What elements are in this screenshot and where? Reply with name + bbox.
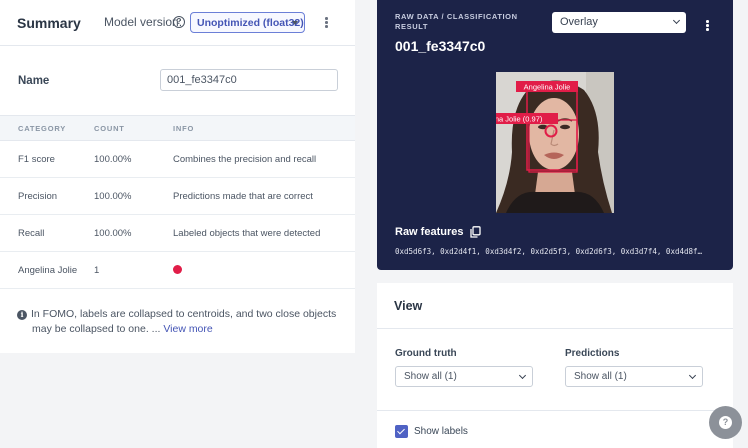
overlay-value: Overlay	[560, 16, 598, 28]
raw-menu-kebab-icon[interactable]	[706, 20, 709, 32]
chevron-down-icon	[672, 16, 681, 25]
sample-image: Angelina Jolie Angelina Jolie (0.97)	[496, 72, 614, 213]
info-icon: i	[17, 310, 27, 320]
fomo-note: i In FOMO, labels are collapsed to centro…	[17, 307, 342, 337]
view-title: View	[394, 299, 423, 313]
label-color-dot	[173, 265, 182, 274]
predictions-label: Predictions	[565, 348, 620, 359]
raw-data-label: RAW DATA / CLASSIFICATION RESULT	[395, 12, 518, 31]
prediction-label: Angelina Jolie (0.97)	[496, 115, 543, 124]
view-more-link[interactable]: View more	[163, 323, 212, 335]
row-category: Recall	[18, 228, 45, 239]
model-version-value: Unoptimized (float32)	[197, 16, 304, 29]
table-row: Precision 100.00% Predictions made that …	[0, 178, 355, 215]
table-row: Recall 100.00% Labeled objects that were…	[0, 215, 355, 252]
summary-title: Summary	[17, 14, 81, 31]
table-row: F1 score 100.00% Combines the precision …	[0, 141, 355, 178]
raw-features-values: 0xd5d6f3, 0xd2d4f1, 0xd3d4f2, 0xd2d5f3, …	[395, 247, 703, 256]
ground-truth-label: Ground truth	[395, 348, 457, 359]
raw-data-panel: RAW DATA / CLASSIFICATION RESULT 001_fe3…	[377, 0, 733, 270]
row-count: 100.00%	[94, 154, 132, 165]
model-version-select[interactable]: Unoptimized (float32)	[190, 12, 305, 33]
overlay-select[interactable]: Overlay	[552, 12, 686, 33]
column-header-info: INFO	[173, 124, 195, 133]
row-category: Precision	[18, 191, 58, 202]
name-row: Name 001_fe3347c0	[0, 58, 355, 104]
raw-features-title: Raw features	[395, 226, 464, 238]
summary-menu-kebab-icon[interactable]	[325, 17, 328, 29]
view-panel: View Ground truth Show all (1) Predictio…	[377, 283, 733, 448]
help-fab-button[interactable]: ?	[709, 406, 742, 439]
row-category: Angelina Jolie	[18, 265, 78, 276]
table-header: CATEGORY COUNT INFO	[0, 115, 355, 141]
divider	[377, 410, 733, 411]
note-line-2: may be collapsed to one. ...	[32, 323, 164, 335]
column-header-category: CATEGORY	[18, 124, 67, 133]
show-labels-label: Show labels	[414, 426, 468, 437]
caret-down-icon	[292, 21, 298, 25]
help-icon[interactable]: ?	[173, 16, 185, 28]
column-header-count: COUNT	[94, 124, 125, 133]
row-info: Combines the precision and recall	[173, 154, 317, 165]
copy-icon[interactable]	[470, 226, 481, 238]
row-category: F1 score	[18, 154, 55, 165]
chevron-down-icon	[518, 371, 527, 380]
row-info: Labeled objects that were detected	[173, 228, 321, 239]
note-line-1: In FOMO, labels are collapsed to centroi…	[31, 308, 337, 320]
row-count: 100.00%	[94, 228, 132, 239]
model-version-label: Model version:	[104, 15, 183, 29]
metrics-table: CATEGORY COUNT INFO F1 score 100.00% Com…	[0, 115, 355, 289]
predictions-select[interactable]: Show all (1)	[565, 366, 703, 387]
row-info: Predictions made that are correct	[173, 191, 313, 202]
ground-truth-select[interactable]: Show all (1)	[395, 366, 533, 387]
sample-image-svg: Angelina Jolie Angelina Jolie (0.97)	[496, 72, 614, 213]
row-count: 100.00%	[94, 191, 132, 202]
name-label: Name	[18, 75, 50, 87]
table-row: Angelina Jolie 1	[0, 252, 355, 289]
summary-panel: Summary Model version: ? Unoptimized (fl…	[0, 0, 355, 353]
view-header: View	[377, 283, 733, 329]
sample-id: 001_fe3347c0	[395, 38, 486, 54]
predictions-value: Show all (1)	[574, 371, 627, 382]
show-labels-checkbox[interactable]	[395, 425, 408, 438]
name-input[interactable]: 001_fe3347c0	[160, 69, 338, 91]
ground-truth-label: Angelina Jolie	[524, 83, 571, 92]
help-fab-icon: ?	[719, 416, 732, 429]
row-count: 1	[94, 265, 100, 276]
ground-truth-value: Show all (1)	[404, 371, 457, 382]
chevron-down-icon	[688, 371, 697, 380]
